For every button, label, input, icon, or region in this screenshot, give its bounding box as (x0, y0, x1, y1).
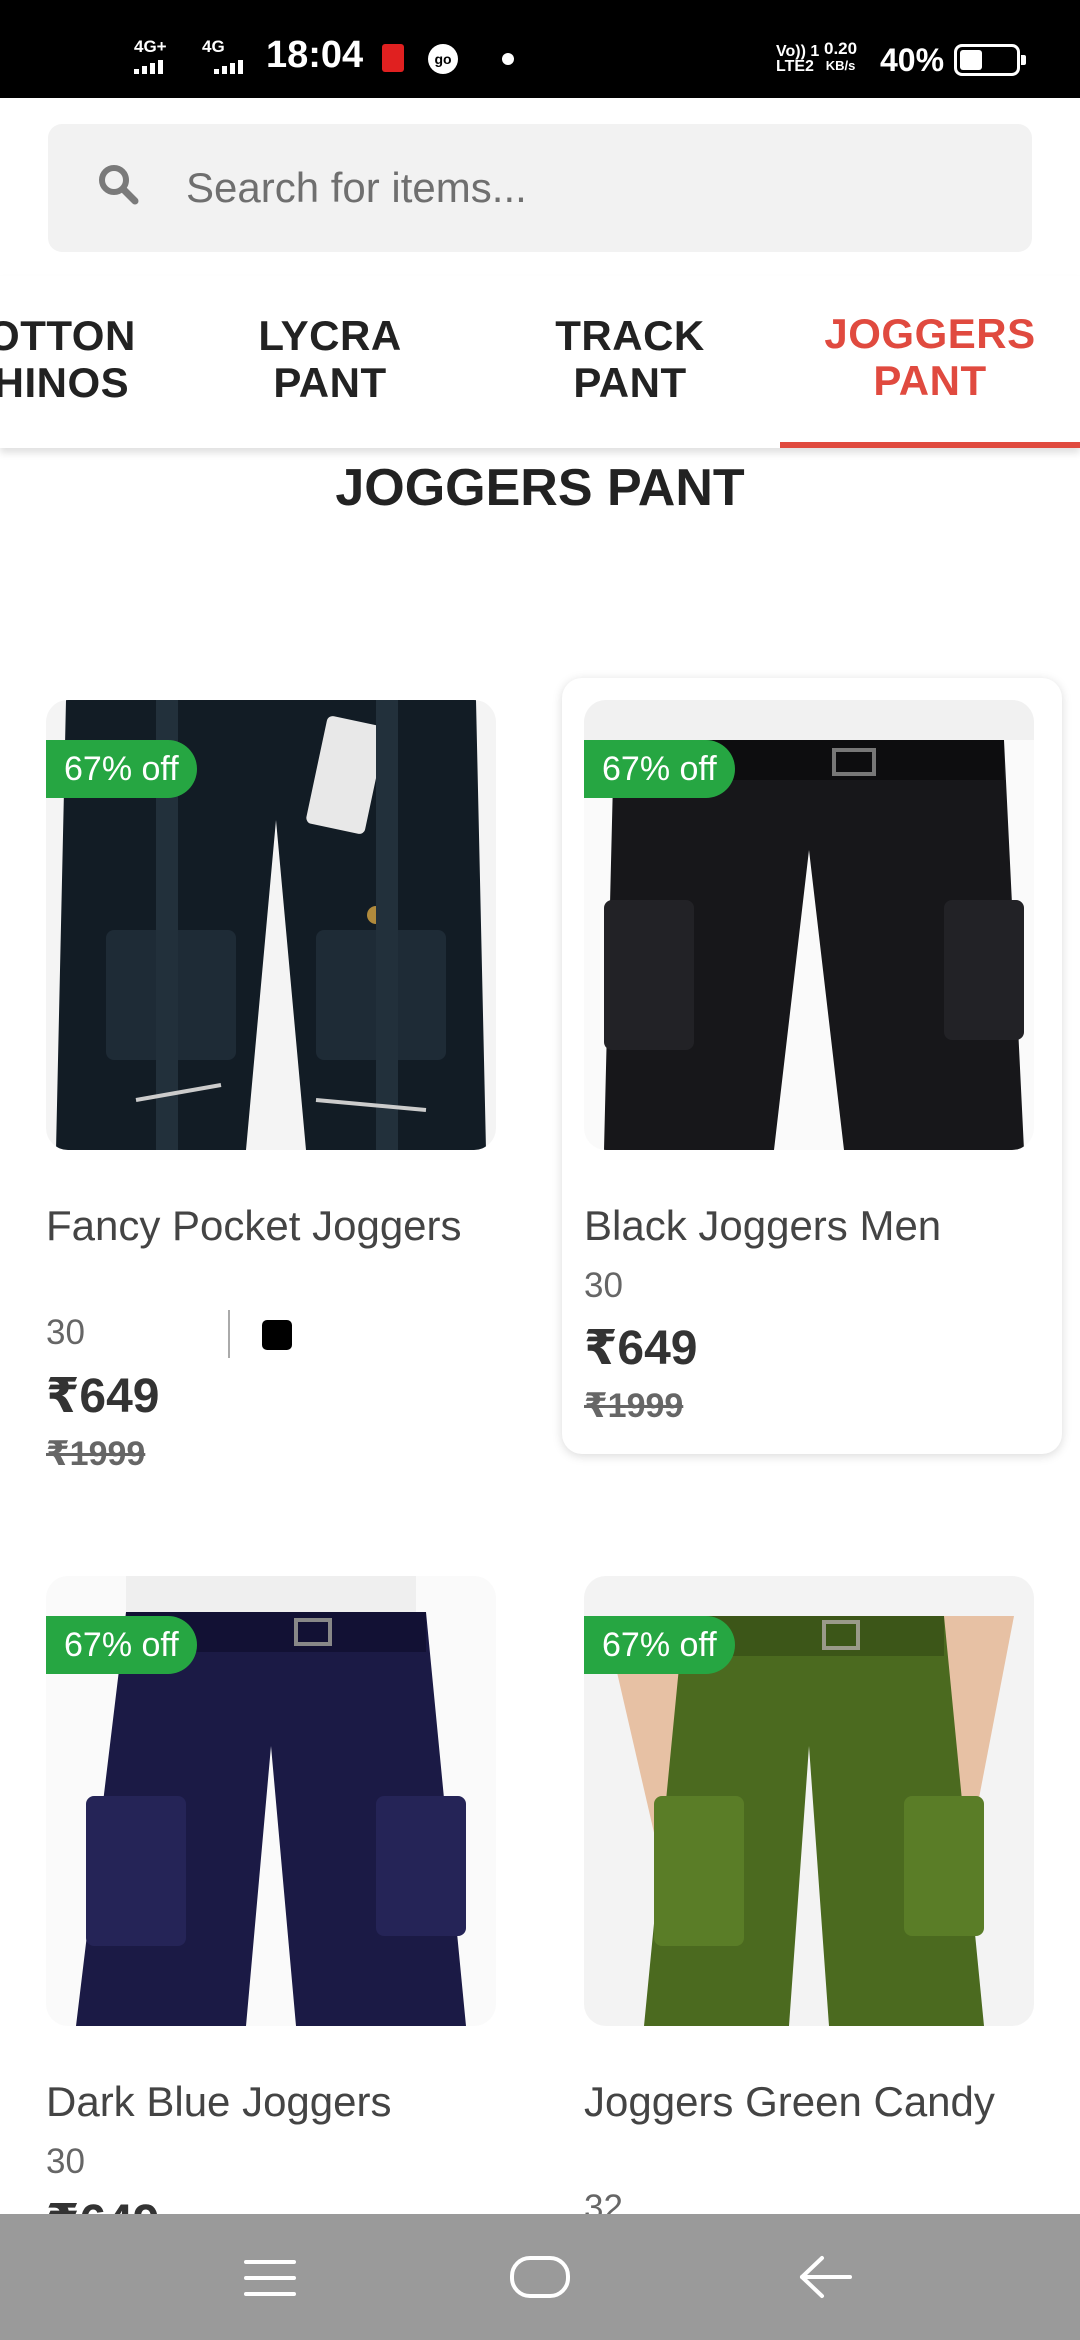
network-type-2: 4G (202, 37, 225, 56)
data-speed: 0.20 KB/s (824, 40, 857, 74)
product-price: ₹649 (46, 1370, 160, 1423)
discount-badge: 67% off (584, 740, 735, 798)
product-name: Fancy Pocket Joggers (46, 1202, 462, 1249)
active-tab-indicator (780, 442, 1080, 448)
notification-app-icon (382, 44, 404, 72)
tab-lycra-pant[interactable]: LYCRA PANT (180, 312, 480, 406)
network-type-1: 4G+ (134, 37, 167, 56)
product-card[interactable]: 67% off Dark Blue Joggers 30 ₹649 (24, 1554, 524, 2214)
menu-icon[interactable] (244, 2260, 296, 2296)
back-icon[interactable] (796, 2254, 854, 2300)
clock: 18:04 (266, 34, 364, 76)
color-swatch[interactable] (262, 1320, 292, 1350)
status-bar: 4G+ 4G 18:04 go Vo)) 1 LTE2 0.20 KB/s 40… (0, 0, 1080, 98)
signal-icon-1 (134, 60, 163, 74)
volte-indicator: Vo)) 1 LTE2 (776, 43, 820, 75)
product-mrp: ₹1999 (584, 1387, 684, 1425)
search-icon (99, 165, 139, 205)
system-nav-bar (0, 2214, 1080, 2340)
product-size: 30 (584, 1266, 623, 1305)
product-card[interactable]: 67% off Joggers Green Candy 32 (562, 1554, 1062, 2214)
product-card[interactable]: 67% off Black Joggers Men 30 ₹649 ₹1999 (562, 678, 1062, 1454)
tab-joggers-pant[interactable]: JOGGERS PANT (780, 310, 1080, 404)
product-name: Dark Blue Joggers (46, 2078, 392, 2125)
product-price: ₹649 (46, 2194, 159, 2214)
product-size: 30 (46, 2142, 85, 2181)
search-bar[interactable] (48, 124, 1032, 252)
product-price: ₹649 (584, 1322, 698, 1375)
product-size: 30 (46, 1313, 85, 1352)
go-app-icon: go (428, 44, 458, 74)
tab-track-pant[interactable]: TRACK PANT (480, 312, 780, 406)
search-input[interactable] (186, 124, 1006, 252)
battery-icon (954, 44, 1026, 76)
signal-icon-2 (214, 60, 243, 74)
discount-badge: 67% off (46, 1616, 197, 1674)
product-name: Black Joggers Men (584, 1202, 942, 1249)
product-card[interactable]: 67% off Fancy Pocket Joggers 30 ₹649 ₹19… (24, 678, 524, 1498)
battery-percent: 40% (880, 42, 945, 78)
more-notifications-dot (502, 53, 514, 65)
discount-badge: 67% off (46, 740, 197, 798)
home-icon[interactable] (510, 2256, 570, 2298)
category-tabs: COTTONCHINOS LYCRAPANT TRACKPANT JOGGERS… (0, 276, 1080, 448)
divider (228, 1310, 230, 1358)
page-title: JOGGERS PANT (335, 459, 745, 517)
discount-badge: 67% off (584, 1616, 735, 1674)
data-speed-unit: KB/s (825, 58, 856, 73)
product-size: 32 (584, 2188, 623, 2214)
tab-cotton-chinos[interactable]: COTTONCHINOS (0, 312, 196, 406)
data-speed-value: 0.20 (824, 39, 858, 58)
product-name: Joggers Green Candy (584, 2078, 995, 2125)
product-mrp: ₹1999 (46, 1435, 146, 1473)
